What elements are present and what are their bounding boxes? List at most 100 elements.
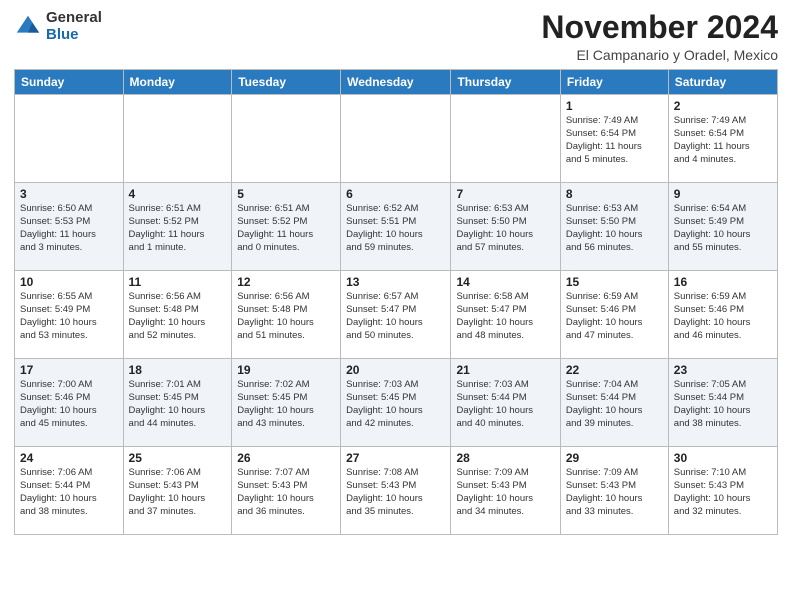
day-info: Sunrise: 7:03 AM Sunset: 5:45 PM Dayligh… <box>346 379 445 430</box>
day-number: 30 <box>674 451 772 465</box>
day-number: 20 <box>346 363 445 377</box>
day-info: Sunrise: 7:02 AM Sunset: 5:45 PM Dayligh… <box>237 379 335 430</box>
day-number: 11 <box>129 275 227 289</box>
calendar-week-row: 17Sunrise: 7:00 AM Sunset: 5:46 PM Dayli… <box>15 359 778 447</box>
logo-text: General Blue <box>46 10 102 43</box>
day-number: 26 <box>237 451 335 465</box>
calendar-cell: 28 Sunrise: 7:09 AM Sunset: 5:43 PM Dayli… <box>451 447 560 535</box>
day-number: 23 <box>674 363 772 377</box>
calendar-cell: 15 Sunrise: 6:59 AM Sunset: 5:46 PM Dayli… <box>560 271 668 359</box>
calendar-cell: 24 Sunrise: 7:06 AM Sunset: 5:44 PM Dayli… <box>15 447 124 535</box>
day-number: 7 <box>456 187 554 201</box>
day-info: Sunrise: 6:59 AM Sunset: 5:46 PM Dayligh… <box>566 291 663 342</box>
day-number: 1 <box>566 99 663 113</box>
calendar-table: SundayMondayTuesdayWednesdayThursdayFrid… <box>14 69 778 535</box>
day-info: Sunrise: 7:09 AM Sunset: 5:43 PM Dayligh… <box>566 467 663 518</box>
day-info: Sunrise: 6:50 AM Sunset: 5:53 PM Dayligh… <box>20 203 118 254</box>
day-number: 17 <box>20 363 118 377</box>
day-info: Sunrise: 7:49 AM Sunset: 6:54 PM Dayligh… <box>566 115 663 166</box>
day-info: Sunrise: 7:04 AM Sunset: 5:44 PM Dayligh… <box>566 379 663 430</box>
day-info: Sunrise: 6:53 AM Sunset: 5:50 PM Dayligh… <box>456 203 554 254</box>
day-info: Sunrise: 7:06 AM Sunset: 5:44 PM Dayligh… <box>20 467 118 518</box>
calendar-cell: 25 Sunrise: 7:06 AM Sunset: 5:43 PM Dayli… <box>123 447 232 535</box>
calendar-cell <box>341 95 451 183</box>
day-number: 9 <box>674 187 772 201</box>
day-info: Sunrise: 7:49 AM Sunset: 6:54 PM Dayligh… <box>674 115 772 166</box>
calendar-cell: 21 Sunrise: 7:03 AM Sunset: 5:44 PM Dayli… <box>451 359 560 447</box>
day-number: 3 <box>20 187 118 201</box>
day-number: 12 <box>237 275 335 289</box>
day-info: Sunrise: 7:10 AM Sunset: 5:43 PM Dayligh… <box>674 467 772 518</box>
calendar-cell <box>15 95 124 183</box>
month-title: November 2024 <box>541 10 778 45</box>
header: General Blue November 2024 El Campanario… <box>14 10 778 63</box>
calendar-cell: 7 Sunrise: 6:53 AM Sunset: 5:50 PM Daylig… <box>451 183 560 271</box>
day-info: Sunrise: 6:57 AM Sunset: 5:47 PM Dayligh… <box>346 291 445 342</box>
day-info: Sunrise: 7:08 AM Sunset: 5:43 PM Dayligh… <box>346 467 445 518</box>
day-number: 21 <box>456 363 554 377</box>
day-number: 25 <box>129 451 227 465</box>
day-number: 5 <box>237 187 335 201</box>
calendar-cell: 12 Sunrise: 6:56 AM Sunset: 5:48 PM Dayli… <box>232 271 341 359</box>
weekday-header: Friday <box>560 70 668 95</box>
logo-general: General <box>46 10 102 27</box>
day-info: Sunrise: 6:59 AM Sunset: 5:46 PM Dayligh… <box>674 291 772 342</box>
weekday-header: Tuesday <box>232 70 341 95</box>
day-number: 28 <box>456 451 554 465</box>
weekday-header: Sunday <box>15 70 124 95</box>
calendar-cell: 3 Sunrise: 6:50 AM Sunset: 5:53 PM Daylig… <box>15 183 124 271</box>
day-info: Sunrise: 6:56 AM Sunset: 5:48 PM Dayligh… <box>129 291 227 342</box>
calendar-cell <box>123 95 232 183</box>
calendar-cell: 8 Sunrise: 6:53 AM Sunset: 5:50 PM Daylig… <box>560 183 668 271</box>
calendar-cell: 11 Sunrise: 6:56 AM Sunset: 5:48 PM Dayli… <box>123 271 232 359</box>
day-info: Sunrise: 6:52 AM Sunset: 5:51 PM Dayligh… <box>346 203 445 254</box>
day-number: 8 <box>566 187 663 201</box>
weekday-header: Saturday <box>668 70 777 95</box>
day-number: 6 <box>346 187 445 201</box>
calendar-cell: 18Sunrise: 7:01 AM Sunset: 5:45 PM Dayli… <box>123 359 232 447</box>
location: El Campanario y Oradel, Mexico <box>541 47 778 63</box>
logo-blue: Blue <box>46 27 102 44</box>
calendar-cell: 2Sunrise: 7:49 AM Sunset: 6:54 PM Daylig… <box>668 95 777 183</box>
weekday-header: Wednesday <box>341 70 451 95</box>
calendar-cell: 16Sunrise: 6:59 AM Sunset: 5:46 PM Dayli… <box>668 271 777 359</box>
day-number: 19 <box>237 363 335 377</box>
day-number: 13 <box>346 275 445 289</box>
day-info: Sunrise: 7:09 AM Sunset: 5:43 PM Dayligh… <box>456 467 554 518</box>
calendar-week-row: 3 Sunrise: 6:50 AM Sunset: 5:53 PM Daylig… <box>15 183 778 271</box>
calendar-cell: 4Sunrise: 6:51 AM Sunset: 5:52 PM Daylig… <box>123 183 232 271</box>
day-number: 27 <box>346 451 445 465</box>
calendar-header-row: SundayMondayTuesdayWednesdayThursdayFrid… <box>15 70 778 95</box>
calendar-cell: 6 Sunrise: 6:52 AM Sunset: 5:51 PM Daylig… <box>341 183 451 271</box>
day-info: Sunrise: 6:51 AM Sunset: 5:52 PM Dayligh… <box>129 203 227 254</box>
day-info: Sunrise: 7:06 AM Sunset: 5:43 PM Dayligh… <box>129 467 227 518</box>
day-info: Sunrise: 7:03 AM Sunset: 5:44 PM Dayligh… <box>456 379 554 430</box>
day-number: 15 <box>566 275 663 289</box>
day-number: 29 <box>566 451 663 465</box>
weekday-header: Thursday <box>451 70 560 95</box>
calendar-cell: 23 Sunrise: 7:05 AM Sunset: 5:44 PM Dayli… <box>668 359 777 447</box>
calendar-week-row: 24 Sunrise: 7:06 AM Sunset: 5:44 PM Dayli… <box>15 447 778 535</box>
calendar-cell: 30 Sunrise: 7:10 AM Sunset: 5:43 PM Dayli… <box>668 447 777 535</box>
day-info: Sunrise: 6:55 AM Sunset: 5:49 PM Dayligh… <box>20 291 118 342</box>
day-number: 10 <box>20 275 118 289</box>
calendar-cell: 19 Sunrise: 7:02 AM Sunset: 5:45 PM Dayli… <box>232 359 341 447</box>
calendar-cell <box>232 95 341 183</box>
calendar-cell: 22 Sunrise: 7:04 AM Sunset: 5:44 PM Dayli… <box>560 359 668 447</box>
calendar-cell: 26 Sunrise: 7:07 AM Sunset: 5:43 PM Dayli… <box>232 447 341 535</box>
calendar-week-row: 1 Sunrise: 7:49 AM Sunset: 6:54 PM Daylig… <box>15 95 778 183</box>
calendar-cell: 1 Sunrise: 7:49 AM Sunset: 6:54 PM Daylig… <box>560 95 668 183</box>
day-info: Sunrise: 7:07 AM Sunset: 5:43 PM Dayligh… <box>237 467 335 518</box>
day-number: 22 <box>566 363 663 377</box>
day-info: Sunrise: 7:01 AM Sunset: 5:45 PM Dayligh… <box>129 379 227 430</box>
calendar-cell <box>451 95 560 183</box>
day-number: 24 <box>20 451 118 465</box>
day-info: Sunrise: 7:05 AM Sunset: 5:44 PM Dayligh… <box>674 379 772 430</box>
day-info: Sunrise: 6:54 AM Sunset: 5:49 PM Dayligh… <box>674 203 772 254</box>
weekday-header: Monday <box>123 70 232 95</box>
calendar-cell: 10 Sunrise: 6:55 AM Sunset: 5:49 PM Dayli… <box>15 271 124 359</box>
day-info: Sunrise: 6:53 AM Sunset: 5:50 PM Dayligh… <box>566 203 663 254</box>
calendar-week-row: 10 Sunrise: 6:55 AM Sunset: 5:49 PM Dayli… <box>15 271 778 359</box>
calendar-cell: 5Sunrise: 6:51 AM Sunset: 5:52 PM Daylig… <box>232 183 341 271</box>
day-info: Sunrise: 6:56 AM Sunset: 5:48 PM Dayligh… <box>237 291 335 342</box>
